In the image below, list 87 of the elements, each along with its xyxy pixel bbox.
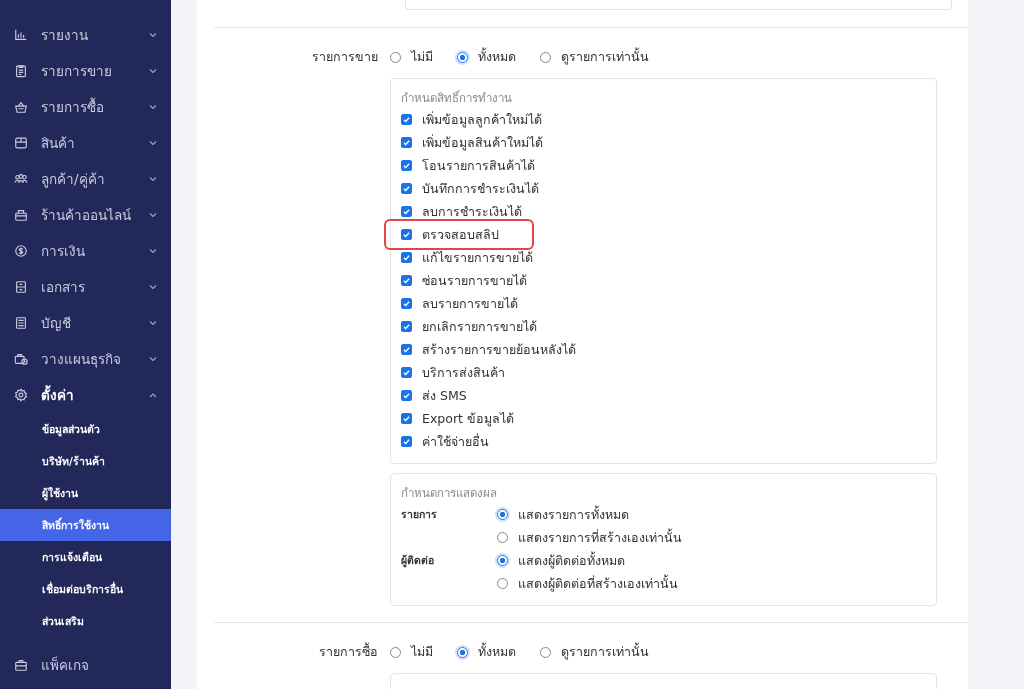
radio-button[interactable]: [497, 532, 508, 543]
checkbox-label: เพิ่มข้อมูลสินค้าใหม่ได้: [422, 133, 543, 153]
checkbox[interactable]: [401, 252, 412, 263]
checkbox-label: ส่ง SMS: [422, 386, 467, 405]
checkbox-label: ค่าใช้จ่ายอื่น: [422, 432, 489, 451]
store-icon: [14, 208, 28, 222]
checkbox[interactable]: [401, 390, 412, 401]
radio-button[interactable]: [540, 646, 551, 658]
checkbox[interactable]: [401, 436, 412, 447]
checkbox-label: บริการส่งสินค้า: [422, 363, 505, 382]
checkbox-label: Export ข้อมูลได้: [422, 409, 514, 429]
checkbox[interactable]: [401, 275, 412, 286]
checkbox[interactable]: [401, 206, 412, 217]
sidebar-subitem[interactable]: บริษัท/ร้านค้า: [0, 445, 171, 477]
section-label: รายการขาย: [311, 48, 379, 66]
cabinet-icon: [14, 280, 28, 294]
radio-label: ดูรายการเท่านั้น: [561, 47, 649, 67]
checkbox[interactable]: [401, 413, 412, 424]
checkbox-label: ซ่อนรายการขายได้: [422, 271, 527, 290]
checkbox[interactable]: [401, 298, 412, 309]
checkbox[interactable]: [401, 160, 412, 171]
sidebar-item[interactable]: การเงิน: [0, 233, 171, 269]
radio-label: ทั้งหมด: [478, 47, 516, 66]
sidebar-subitem[interactable]: การแจ้งเตือน: [0, 541, 171, 573]
checkbox[interactable]: [401, 367, 412, 378]
checkbox[interactable]: [401, 321, 412, 332]
radio-button[interactable]: [457, 51, 468, 63]
sidebar-item[interactable]: สินค้า: [0, 125, 171, 161]
radio-button[interactable]: [540, 51, 551, 63]
checkbox-label: แก้ไขรายการขายได้: [422, 248, 533, 267]
sidebar-item[interactable]: เอกสาร: [0, 269, 171, 305]
radio-button[interactable]: [497, 555, 508, 566]
checkbox-label: โอนรายการสินค้าได้: [422, 156, 535, 175]
checkbox-label: ลบรายการขายได้: [422, 294, 518, 313]
sidebar-item[interactable]: แพ็คเกจ: [0, 647, 171, 683]
sidebar-subitem[interactable]: สิทธิ์การใช้งาน: [0, 509, 171, 541]
checkbox[interactable]: [401, 229, 412, 240]
settings-icon: [14, 388, 28, 402]
checkbox-label: ยกเลิกรายการขายได้: [422, 317, 537, 336]
radio-button[interactable]: [497, 509, 508, 520]
checkbox-label: ลบการชำระเงินได้: [422, 202, 522, 221]
group-label: รายการ: [401, 507, 438, 522]
radio-label: แสดงผู้ติดต่อที่สร้างเองเท่านั้น: [518, 573, 678, 594]
basket-icon: [14, 100, 28, 114]
clipboard-icon: [14, 64, 28, 78]
radio-label: ไม่มี: [411, 48, 433, 66]
sidebar-item[interactable]: ลูกค้า/คู่ค้า: [0, 161, 171, 197]
radio-button[interactable]: [390, 646, 401, 658]
radio-label: ดูรายการเท่านั้น: [561, 642, 649, 662]
checkbox-label: ตรวจสอบสลิป: [422, 225, 499, 244]
panel-title: กำหนดสิทธิ์การทำงาน: [401, 89, 513, 107]
briefcase-icon: [14, 658, 28, 672]
panel-title: กำหนดการแสดงผล: [401, 485, 498, 502]
bar-chart-icon: [14, 28, 28, 42]
sidebar-item[interactable]: ตั้งค่า: [0, 377, 171, 413]
radio-label: แสดงผู้ติดต่อทั้งหมด: [518, 550, 625, 571]
group-label: ผู้ติดต่อ: [401, 553, 435, 570]
sidebar-item[interactable]: รายการซื้อ: [0, 89, 171, 125]
sidebar-item[interactable]: ร้านค้าออนไลน์: [0, 197, 171, 233]
sidebar-item[interactable]: บัญชี: [0, 305, 171, 341]
sidebar-item[interactable]: วางแผนธุรกิจ: [0, 341, 171, 377]
briefcase-clock-icon: [14, 352, 28, 366]
radio-label: ไม่มี: [411, 643, 433, 661]
radio-button[interactable]: [457, 646, 468, 658]
document-icon: [14, 316, 28, 330]
sidebar-item[interactable]: รายงาน: [0, 17, 171, 53]
checkbox[interactable]: [401, 344, 412, 355]
section-label: รายการซื้อ: [318, 641, 379, 661]
checkbox-label: สร้างรายการขายย้อนหลังได้: [422, 340, 576, 359]
people-icon: [14, 172, 28, 186]
checkbox-label: เพิ่มข้อมูลลูกค้าใหม่ได้: [422, 110, 542, 130]
radio-button[interactable]: [497, 578, 508, 589]
sidebar-subitem[interactable]: ข้อมูลส่วนตัว: [0, 413, 171, 445]
dollar-coin-icon: [14, 244, 28, 258]
radio-button[interactable]: [390, 51, 401, 63]
checkbox[interactable]: [401, 183, 412, 194]
box-icon: [14, 136, 28, 150]
sidebar-subitem[interactable]: ส่วนเสริม: [0, 605, 171, 637]
sidebar-subitem[interactable]: ผู้ใช้งาน: [0, 477, 171, 509]
radio-label: แสดงรายการทั้งหมด: [518, 504, 629, 524]
sidebar-item[interactable]: รายการขาย: [0, 53, 171, 89]
radio-label: แสดงรายการที่สร้างเองเท่านั้น: [518, 527, 682, 547]
sidebar-subitem[interactable]: เชื่อมต่อบริการอื่น: [0, 573, 171, 605]
radio-label: ทั้งหมด: [478, 642, 516, 661]
checkbox-label: บันทึกการชำระเงินได้: [422, 179, 539, 198]
checkbox[interactable]: [401, 114, 412, 125]
checkbox[interactable]: [401, 137, 412, 148]
